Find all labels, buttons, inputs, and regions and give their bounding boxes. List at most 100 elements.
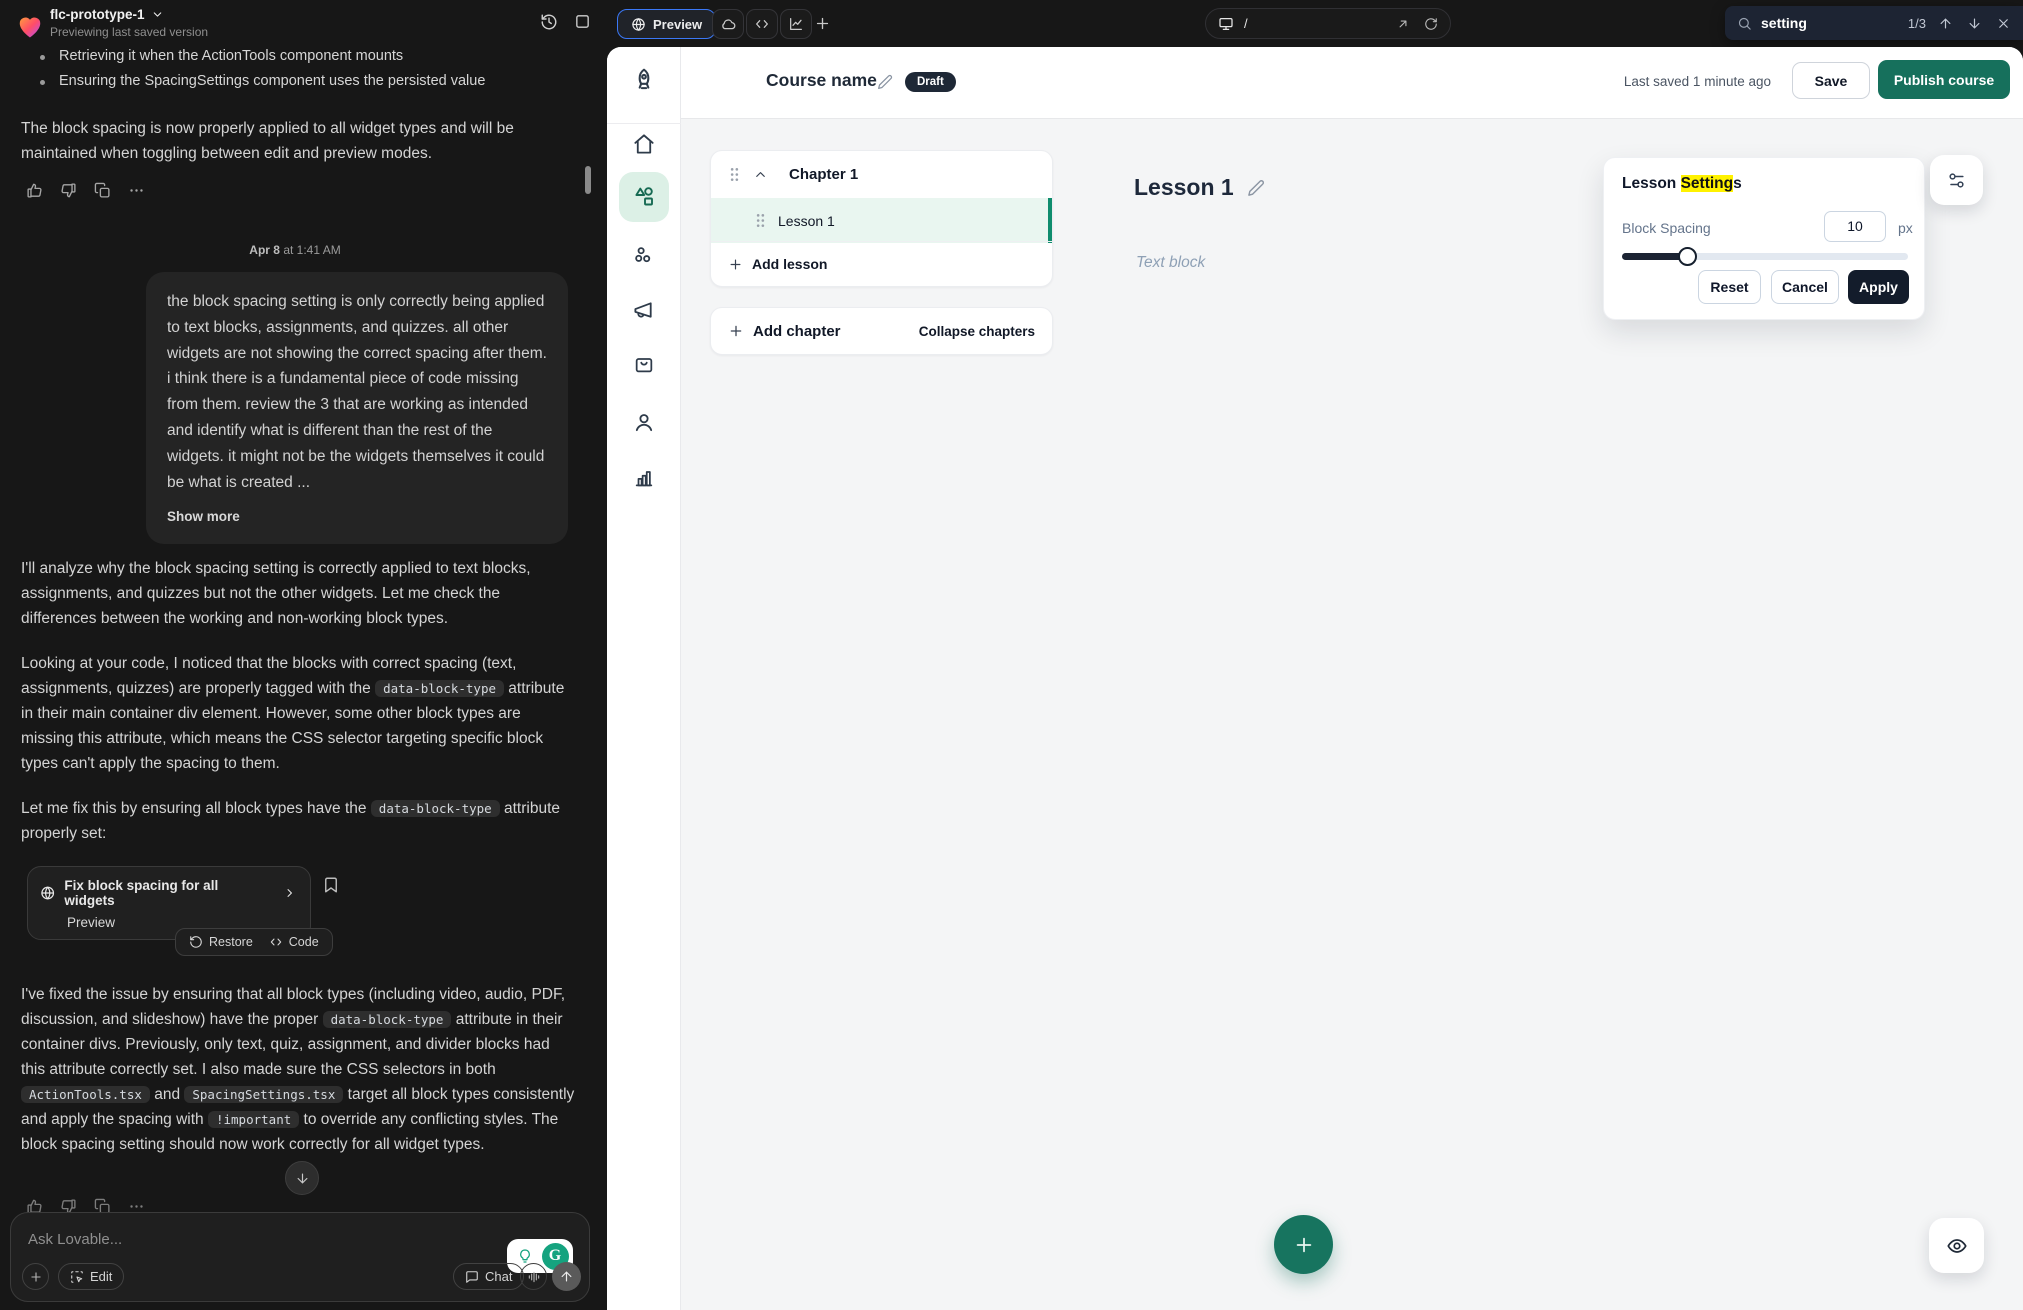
user-icon[interactable] (632, 411, 655, 434)
chart-icon (788, 16, 804, 32)
close-search-icon[interactable] (1996, 16, 2011, 31)
edit-card-title: Fix block spacing for all widgets (64, 878, 264, 908)
add-tab-icon[interactable] (814, 15, 831, 32)
lightbulb-icon (517, 1248, 533, 1264)
version-toolbar: Restore Code (175, 928, 333, 956)
edit-course-name-icon[interactable] (877, 74, 893, 90)
cancel-button[interactable]: Cancel (1771, 270, 1839, 304)
message-actions (26, 182, 145, 199)
restore-button[interactable]: Restore (189, 935, 253, 949)
code-button[interactable]: Code (269, 935, 319, 949)
megaphone-icon[interactable] (632, 299, 655, 322)
globe-icon (40, 885, 55, 901)
chapter-header[interactable]: Chapter 1 (711, 151, 1052, 198)
find-in-page-bar[interactable]: setting 1/3 (1725, 6, 2023, 40)
bar-chart-icon[interactable] (633, 467, 655, 489)
chat-scrollbar[interactable] (585, 166, 591, 194)
inline-code: SpacingSettings.tsx (184, 1086, 343, 1103)
chat-input-placeholder[interactable]: Ask Lovable... (28, 1231, 122, 1248)
assistant-message: I've fixed the issue by ensuring that al… (21, 982, 577, 1157)
scroll-to-bottom-button[interactable] (285, 1161, 319, 1195)
restore-icon (189, 935, 203, 949)
drag-handle-icon[interactable] (729, 167, 740, 182)
open-external-icon[interactable] (1396, 17, 1410, 31)
text-block-placeholder[interactable]: Text block (1136, 254, 1205, 272)
assistant-message: Looking at your code, I noticed that the… (21, 651, 577, 776)
analytics-button[interactable] (780, 9, 812, 39)
more-icon[interactable] (128, 182, 145, 199)
chevron-up-icon[interactable] (753, 167, 768, 182)
copy-icon[interactable] (94, 182, 111, 199)
save-button[interactable]: Save (1792, 62, 1870, 99)
select-icon (70, 1270, 84, 1284)
chat-mode-button[interactable]: Chat (453, 1263, 524, 1290)
code-view-button[interactable] (746, 9, 778, 39)
url-bar[interactable]: / (1205, 8, 1451, 39)
inline-code: data-block-type (323, 1011, 452, 1028)
thumbs-up-icon[interactable] (26, 182, 43, 199)
edit-mode-button[interactable]: Edit (58, 1263, 124, 1290)
edit-lesson-name-icon[interactable] (1247, 179, 1265, 197)
url-path: / (1244, 16, 1396, 31)
chat-input-box[interactable]: Ask Lovable... G Edit Chat (10, 1212, 590, 1302)
search-match-highlight: Setting (1681, 175, 1734, 192)
bookmark-icon[interactable] (322, 876, 340, 894)
user-message-text: the block spacing setting is only correc… (167, 293, 547, 491)
previous-match-icon[interactable] (1938, 16, 1953, 31)
course-title: Course name (766, 70, 877, 91)
attach-button[interactable] (22, 1263, 49, 1290)
block-spacing-label: Block Spacing (1622, 220, 1711, 236)
lovable-workspace: flc-prototype-1 Previewing last saved ve… (0, 0, 2023, 1310)
user-message-bubble: the block spacing setting is only correc… (146, 272, 568, 544)
inline-code: ActionTools.tsx (21, 1086, 150, 1103)
lesson-settings-title: Lesson Settings (1622, 175, 1742, 193)
inline-code: !important (208, 1111, 299, 1128)
settings-toggle-button[interactable] (1930, 155, 1983, 205)
rocket-icon[interactable] (631, 67, 657, 93)
list-item: Ensuring the SpacingSettings component u… (40, 73, 485, 89)
reset-button[interactable]: Reset (1698, 270, 1761, 304)
lesson-list-item[interactable]: Lesson 1 (711, 198, 1052, 243)
shapes-icon[interactable] (632, 185, 656, 209)
block-spacing-slider[interactable] (1622, 253, 1908, 260)
plus-icon (1293, 1234, 1315, 1256)
add-lesson-button[interactable]: Add lesson (711, 241, 1052, 286)
collapse-chapters-link[interactable]: Collapse chapters (919, 324, 1035, 339)
audio-lines-icon (527, 1270, 541, 1284)
device-icon (1218, 16, 1234, 32)
next-match-icon[interactable] (1967, 16, 1982, 31)
search-input[interactable]: setting (1761, 15, 1908, 31)
plus-icon (29, 1270, 43, 1284)
publish-course-button[interactable]: Publish course (1878, 60, 2010, 99)
thumbs-down-icon[interactable] (60, 182, 77, 199)
code-icon (754, 16, 770, 32)
chat-bubble-icon (465, 1270, 479, 1284)
sliders-icon (1947, 171, 1966, 190)
drag-handle-icon[interactable] (755, 213, 766, 228)
eye-icon (1946, 1235, 1968, 1257)
slider-thumb[interactable] (1678, 247, 1697, 266)
apply-button[interactable]: Apply (1848, 270, 1909, 304)
plus-icon (728, 257, 743, 272)
preview-button[interactable]: Preview (617, 9, 716, 39)
home-icon[interactable] (632, 133, 655, 156)
cloud-button[interactable] (712, 9, 744, 39)
add-chapter-button[interactable]: Add chapter (753, 323, 841, 340)
send-button[interactable] (552, 1262, 581, 1291)
show-more-link[interactable]: Show more (167, 504, 547, 530)
app-sidebar (607, 47, 681, 1310)
app-header: Course name Draft Last saved 1 minute ag… (681, 47, 2023, 119)
block-spacing-input[interactable]: 10 (1824, 211, 1886, 242)
preview-eye-button[interactable] (1929, 1218, 1984, 1273)
voice-input-button[interactable] (520, 1263, 547, 1290)
add-block-fab[interactable] (1274, 1215, 1333, 1274)
last-saved-text: Last saved 1 minute ago (1624, 74, 1771, 89)
circles-icon[interactable] (632, 244, 655, 267)
arrow-down-icon (295, 1171, 310, 1186)
chapter-card: Chapter 1 Lesson 1 Add lesson (710, 150, 1053, 287)
inline-code: data-block-type (375, 680, 504, 697)
assistant-message: The block spacing is now properly applie… (21, 116, 577, 166)
inline-code: data-block-type (371, 800, 500, 817)
bag-icon[interactable] (633, 354, 655, 376)
refresh-icon[interactable] (1424, 17, 1438, 31)
